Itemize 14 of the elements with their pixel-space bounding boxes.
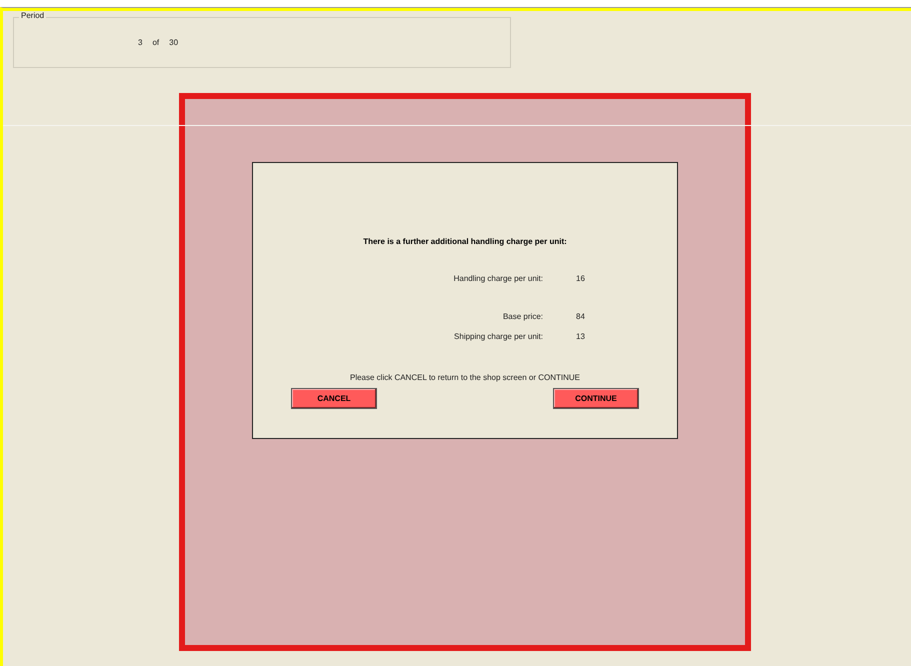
charge-value: 13 <box>576 332 586 341</box>
period-current: 3 <box>138 38 142 47</box>
charge-value: 16 <box>576 274 586 283</box>
period-total: 30 <box>169 38 178 47</box>
cancel-button[interactable]: CANCEL <box>291 388 377 409</box>
continue-button[interactable]: CONTINUE <box>553 388 639 409</box>
period-legend: Period <box>19 11 46 20</box>
charge-label: Handling charge per unit: <box>452 274 543 283</box>
charge-label: Shipping charge per unit: <box>453 332 543 341</box>
instruction-text: Please click CANCEL to return to the shop screen or CONTINUE <box>350 373 580 382</box>
period-separator: of <box>152 38 160 47</box>
charge-label: Base price: <box>502 312 543 321</box>
dialog-heading: There is a further additional handling charge per unit: <box>363 237 567 246</box>
charge-value: 84 <box>576 312 586 321</box>
